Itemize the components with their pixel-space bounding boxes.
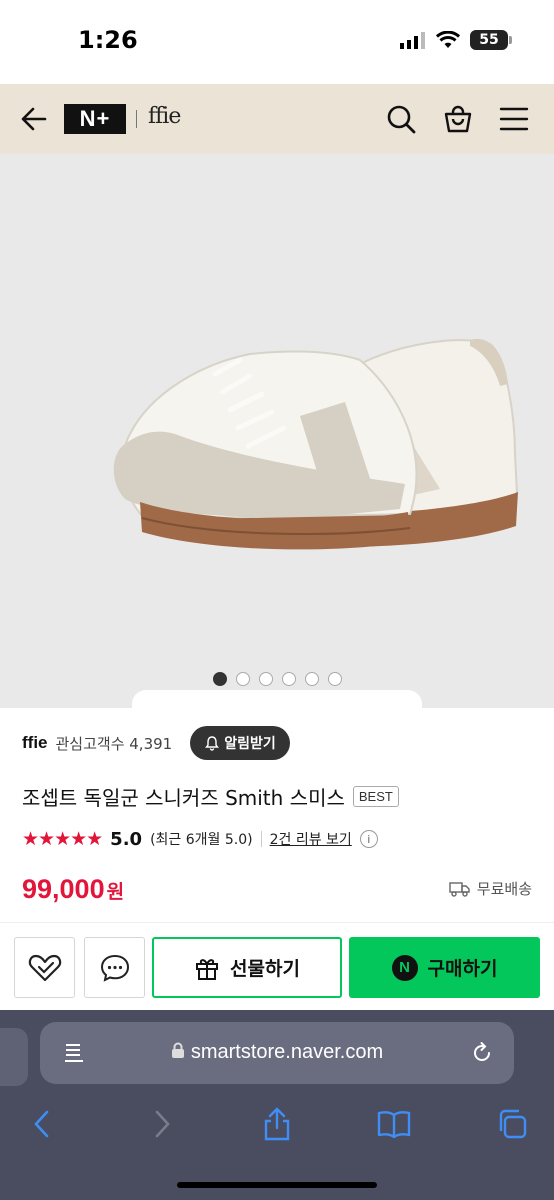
- shipping-info: 무료배송: [449, 878, 532, 899]
- price-row: 99,000 원: [22, 874, 124, 905]
- truck-icon: [449, 881, 470, 897]
- gift-icon: [196, 958, 219, 980]
- chevron-left-icon: [34, 1110, 49, 1138]
- action-bar: 선물하기 N 구매하기: [0, 922, 554, 1010]
- alarm-button[interactable]: 알림받기: [190, 726, 290, 760]
- price-unit: 원: [106, 881, 125, 903]
- heart-check-icon: [28, 954, 61, 981]
- browser-forward-button[interactable]: [140, 1102, 184, 1146]
- carousel-dot[interactable]: [281, 672, 296, 686]
- bookmarks-button[interactable]: [372, 1102, 416, 1146]
- seller-name[interactable]: ffie: [22, 733, 48, 753]
- reload-icon[interactable]: [470, 1041, 494, 1065]
- buy-button-label: 구매하기: [427, 958, 498, 980]
- address-bar[interactable]: smartstore.naver.com: [40, 1022, 514, 1084]
- carousel-dot[interactable]: [212, 672, 227, 686]
- product-info: ffie 관심고객수 4,391 알림받기 조셉트 독일군 스니커즈 Smith…: [0, 708, 554, 933]
- menu-button[interactable]: [494, 99, 534, 139]
- cart-button[interactable]: [438, 99, 478, 139]
- nplus-logo[interactable]: N+: [64, 104, 126, 134]
- battery-icon: 55: [470, 30, 512, 50]
- home-indicator: [177, 1182, 377, 1188]
- url-label: smartstore.naver.com: [190, 1041, 384, 1063]
- sneaker-illustration: [113, 338, 519, 550]
- tabs-icon: [499, 1109, 527, 1139]
- arrow-left-icon: [21, 107, 47, 131]
- title-row: 조셉트 독일군 스니커즈 Smith 스미스 BEST: [22, 782, 399, 811]
- status-bar: 1:26 55: [0, 0, 554, 84]
- share-icon: [264, 1107, 290, 1141]
- carousel-dot[interactable]: [235, 672, 250, 686]
- naver-pay-icon: N: [391, 954, 418, 981]
- info-icon[interactable]: i: [359, 830, 378, 848]
- shopping-bag-icon: [444, 105, 472, 133]
- chevron-right-icon: [155, 1110, 170, 1138]
- signal-icon: [400, 32, 425, 49]
- book-icon: [377, 1111, 411, 1138]
- search-icon: [387, 105, 416, 134]
- header-divider: [136, 110, 137, 128]
- browser-back-button[interactable]: [20, 1102, 64, 1146]
- review-link[interactable]: 2건 리뷰 보기: [270, 829, 352, 849]
- alarm-button-label: 알림받기: [224, 735, 276, 751]
- rating-row: ★★★★★ 5.0 (최근 6개월 5.0) 2건 리뷰 보기 i: [22, 828, 378, 850]
- follower-count: 관심고객수 4,391: [55, 734, 173, 753]
- carousel-dot[interactable]: [327, 672, 342, 686]
- buy-button[interactable]: N 구매하기: [349, 937, 540, 998]
- brand-logo[interactable]: ffie: [148, 104, 181, 129]
- wifi-icon: [436, 31, 460, 48]
- search-button[interactable]: [381, 99, 421, 139]
- status-icons: 55: [400, 30, 512, 50]
- lock-icon: [171, 1042, 184, 1058]
- chat-button[interactable]: [84, 937, 145, 998]
- recent-rating: (최근 6개월 5.0): [150, 832, 253, 848]
- carousel-dots: [0, 672, 554, 686]
- status-time: 1:26: [78, 26, 138, 54]
- previous-tab-peek[interactable]: [0, 1028, 28, 1086]
- product-title: 조셉트 독일군 스니커즈 Smith 스미스: [22, 786, 345, 810]
- star-rating-icon: ★★★★★: [22, 828, 103, 850]
- carousel-dot[interactable]: [258, 672, 273, 686]
- browser-toolbar: smartstore.naver.com: [0, 1010, 554, 1200]
- tabs-button[interactable]: [490, 1102, 534, 1146]
- gift-button[interactable]: 선물하기: [152, 937, 342, 998]
- gift-button-label: 선물하기: [230, 958, 300, 980]
- bell-plus-icon: [205, 736, 220, 751]
- rating-score: 5.0: [110, 828, 143, 850]
- product-image[interactable]: [0, 154, 554, 709]
- back-button[interactable]: [14, 99, 54, 139]
- app-header: N+ ffie: [0, 84, 554, 154]
- hamburger-icon: [499, 107, 529, 131]
- price: 99,000: [22, 874, 105, 904]
- shipping-label: 무료배송: [476, 880, 532, 898]
- wishlist-button[interactable]: [14, 937, 75, 998]
- seller-row: ffie 관심고객수 4,391 알림받기: [22, 726, 290, 760]
- carousel-dot[interactable]: [304, 672, 319, 686]
- share-button[interactable]: [255, 1102, 299, 1146]
- url-text: smartstore.naver.com: [40, 1041, 514, 1064]
- rating-divider: [260, 831, 262, 847]
- best-badge: BEST: [352, 786, 399, 807]
- chat-bubble-icon: [100, 954, 129, 982]
